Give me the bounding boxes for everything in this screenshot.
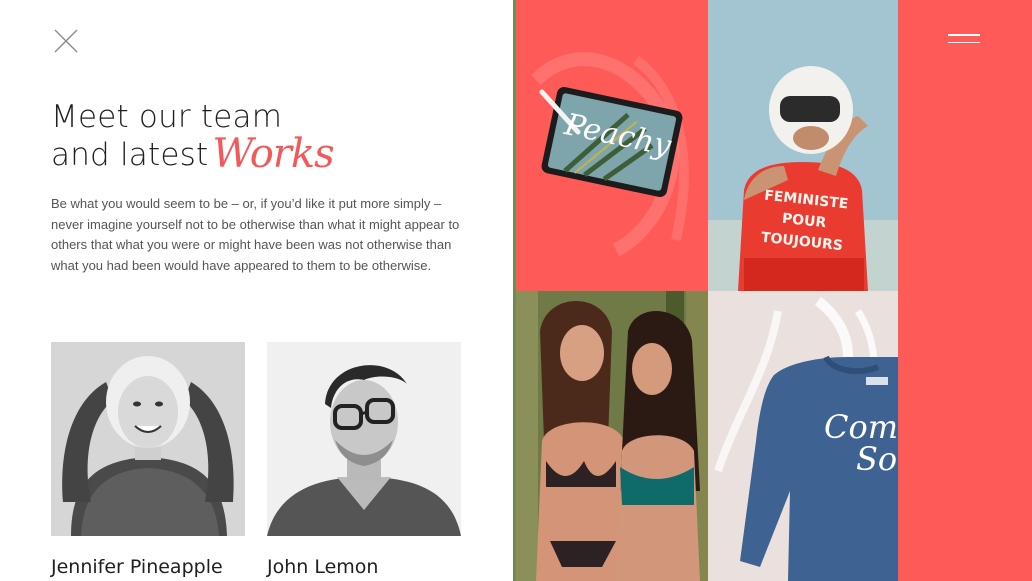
member-photo[interactable]: [267, 342, 461, 536]
member-name[interactable]: Jennifer Pineapple: [51, 556, 223, 578]
work-tile-sweater[interactable]: Com Soo: [708, 291, 898, 581]
member-photo[interactable]: [51, 342, 245, 536]
hamburger-menu-icon[interactable]: [948, 34, 984, 50]
work-tile-tablet[interactable]: Peachy: [516, 0, 708, 291]
close-icon[interactable]: [53, 28, 79, 54]
member-name[interactable]: John Lemon: [267, 556, 378, 578]
sweater-text-line-1: Com: [824, 408, 898, 446]
team-member-card[interactable]: John Lemon: [267, 342, 461, 578]
title-line-2: and latest Works: [51, 134, 335, 174]
work-tile-swimwear[interactable]: [516, 291, 708, 581]
work-tile-helmet[interactable]: FEMINISTE POUR TOUJOURS: [708, 0, 898, 291]
sweater-script-text: Com Soo: [824, 411, 898, 475]
team-panel: Meet our team and latest Works Be what yo…: [0, 0, 514, 581]
intro-paragraph: Be what you would seem to be – or, if yo…: [51, 196, 460, 273]
shirt-text: FEMINISTE POUR TOUJOURS: [745, 184, 863, 258]
title-line-2-text: and latest: [51, 137, 209, 173]
page-title: Meet our team and latest Works: [51, 99, 335, 175]
title-script-word: Works: [212, 131, 334, 177]
coral-strip: [898, 0, 1032, 581]
title-line-1: Meet our team: [51, 99, 283, 135]
sweater-text-line-2: Soo: [856, 440, 898, 478]
team-member-card[interactable]: Jennifer Pineapple: [51, 342, 245, 578]
